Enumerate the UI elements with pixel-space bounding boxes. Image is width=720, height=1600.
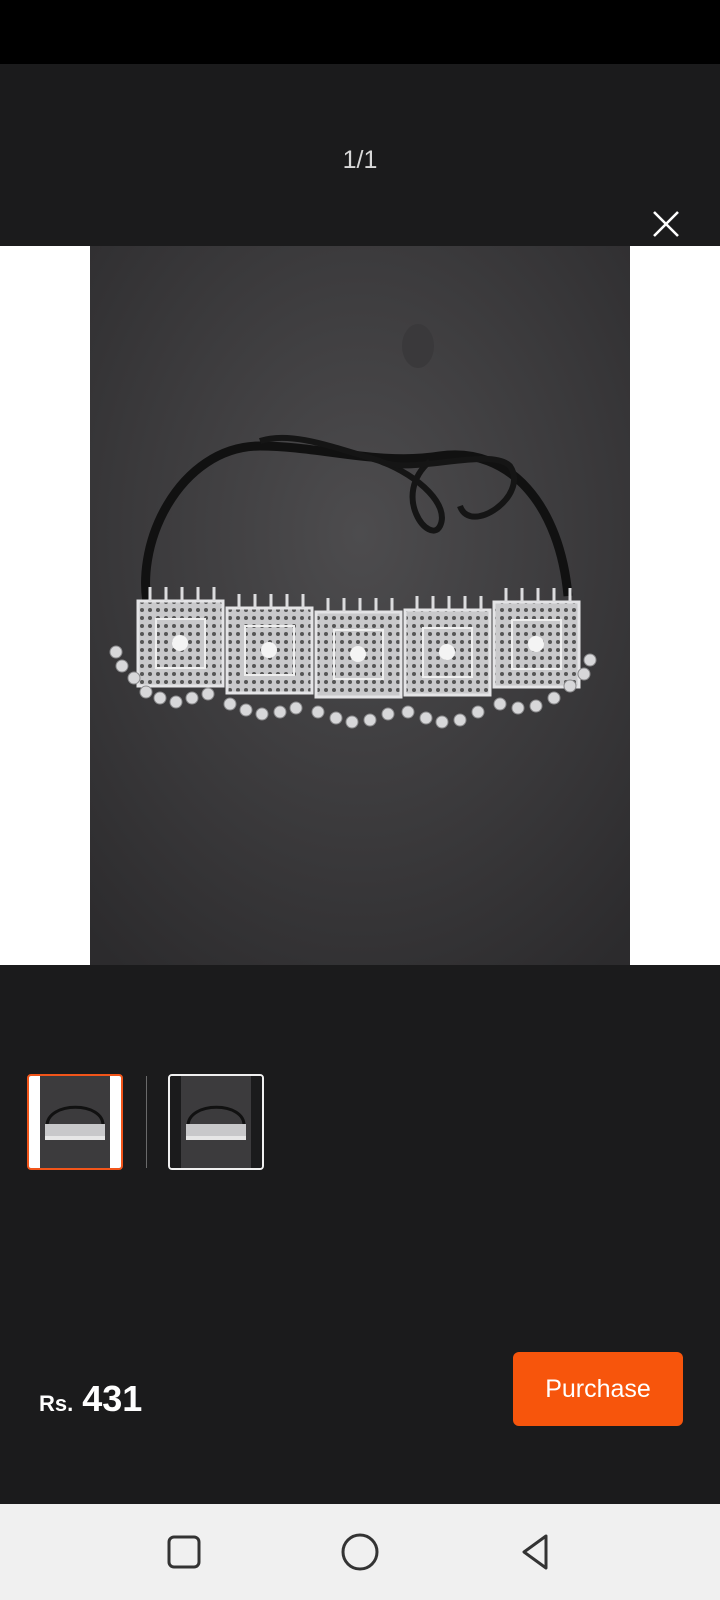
- system-nav-bar: [0, 1504, 720, 1600]
- purchase-button[interactable]: Purchase: [513, 1352, 683, 1426]
- price-value: 431: [82, 1378, 143, 1419]
- triangle-back-icon[interactable]: [510, 1526, 562, 1578]
- image-counter: 1/1: [342, 146, 378, 174]
- thumbnail[interactable]: [168, 1074, 264, 1170]
- status-bar: [0, 0, 720, 64]
- thumbnail-selected[interactable]: [27, 1074, 123, 1170]
- necklace-thumbnail: [170, 1076, 262, 1168]
- viewer-header: 1/1: [0, 64, 720, 246]
- currency-label: Rs.: [39, 1391, 74, 1416]
- price: Rs. 431: [39, 1378, 142, 1420]
- necklace-photo: [90, 246, 630, 965]
- thumbnail-divider: [146, 1076, 147, 1168]
- necklace-thumbnail: [29, 1076, 121, 1168]
- close-icon[interactable]: [646, 204, 686, 244]
- image-stage[interactable]: [0, 246, 720, 965]
- thumbnail-strip: [0, 1074, 720, 1170]
- circle-icon[interactable]: [334, 1526, 386, 1578]
- square-icon[interactable]: [158, 1526, 210, 1578]
